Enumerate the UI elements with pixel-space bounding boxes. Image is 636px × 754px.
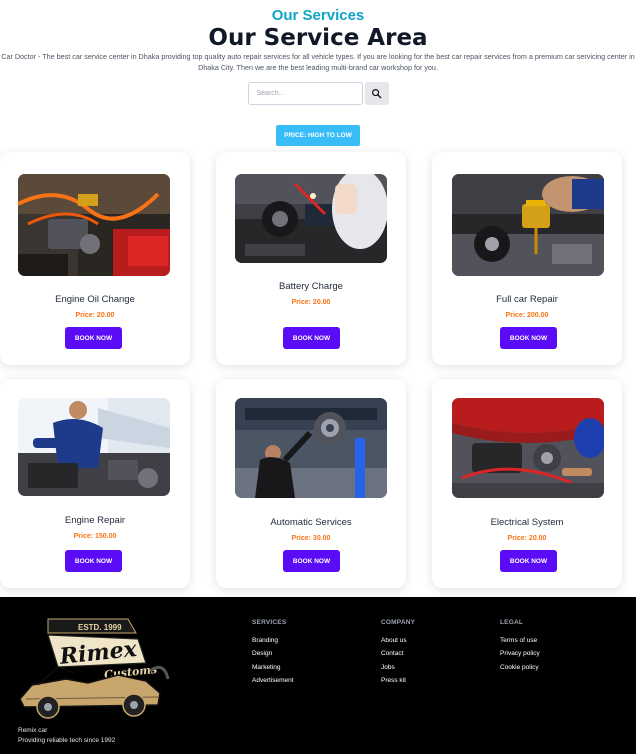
site-footer: ESTD. 1999 Rimex Customs Remix car Provi… bbox=[0, 597, 636, 754]
footer-link-branding[interactable]: Branding bbox=[252, 637, 294, 644]
book-now-button[interactable]: BOOK NOW bbox=[500, 550, 557, 572]
footer-column-title: LEGAL bbox=[500, 619, 524, 626]
book-now-button[interactable]: BOOK NOW bbox=[283, 327, 340, 349]
service-image-full-repair bbox=[452, 174, 604, 276]
service-name: Engine Oil Change bbox=[55, 294, 135, 305]
service-card: Engine Repair Price: 150.00 BOOK NOW bbox=[0, 379, 190, 588]
footer-link-design[interactable]: Design bbox=[252, 650, 294, 657]
footer-link-about-us[interactable]: About us bbox=[381, 637, 415, 644]
service-name: Full car Repair bbox=[496, 294, 558, 305]
search-input[interactable] bbox=[247, 82, 363, 105]
logo-estd: ESTD. 1999 bbox=[78, 623, 122, 632]
sort-price-button[interactable]: PRICE: HIGH TO LOW bbox=[276, 125, 360, 146]
service-image-engine-oil bbox=[18, 174, 170, 276]
book-now-button[interactable]: BOOK NOW bbox=[65, 550, 122, 572]
search-icon bbox=[372, 89, 382, 99]
service-price: Price: 20.00 bbox=[507, 535, 547, 542]
footer-link-privacy[interactable]: Privacy policy bbox=[500, 650, 540, 657]
service-image-battery bbox=[235, 174, 387, 263]
footer-column-services: SERVICES Branding Design Marketing Adver… bbox=[252, 619, 294, 690]
footer-link-jobs[interactable]: Jobs bbox=[381, 664, 415, 671]
service-name: Automatic Services bbox=[270, 517, 352, 528]
footer-link-marketing[interactable]: Marketing bbox=[252, 664, 294, 671]
service-card: Electrical System Price: 20.00 BOOK NOW bbox=[432, 379, 622, 588]
service-image-engine-repair bbox=[18, 398, 170, 496]
service-image-automatic bbox=[235, 398, 387, 498]
footer-column-company: COMPANY About us Contact Jobs Press kit bbox=[381, 619, 415, 690]
book-now-button[interactable]: BOOK NOW bbox=[500, 327, 557, 349]
service-price: Price: 20.00 bbox=[75, 312, 115, 319]
service-card: Engine Oil Change Price: 20.00 BOOK NOW bbox=[0, 152, 190, 365]
service-card: Full car Repair Price: 200.00 BOOK NOW bbox=[432, 152, 622, 365]
section-eyebrow: Our Services bbox=[271, 7, 365, 24]
service-card: Battery Charge Price: 20.00 BOOK NOW bbox=[216, 152, 406, 365]
footer-column-title: SERVICES bbox=[252, 619, 287, 626]
rimex-customs-logo: ESTD. 1999 Rimex Customs bbox=[18, 611, 170, 721]
footer-column-title: COMPANY bbox=[381, 619, 416, 626]
service-name: Engine Repair bbox=[64, 515, 126, 526]
footer-link-terms[interactable]: Terms of use bbox=[500, 637, 540, 644]
footer-brand-tagline: Providing reliable tech since 1992 bbox=[18, 737, 116, 744]
search-bar bbox=[0, 82, 636, 105]
footer-link-advertisement[interactable]: Advertisement bbox=[252, 677, 294, 684]
footer-link-contact[interactable]: Contact bbox=[381, 650, 415, 657]
book-now-button[interactable]: BOOK NOW bbox=[65, 327, 122, 349]
section-header: Our Services Our Service Area Car Doctor… bbox=[0, 0, 636, 73]
section-description: Car Doctor - The best car service center… bbox=[1, 52, 635, 72]
page-title: Our Service Area bbox=[208, 25, 428, 51]
service-card: Automatic Services Price: 30.00 BOOK NOW bbox=[216, 379, 406, 588]
footer-link-cookie[interactable]: Cookie policy bbox=[500, 664, 540, 671]
search-button[interactable] bbox=[364, 82, 389, 105]
service-price: Price: 20.00 bbox=[291, 299, 331, 306]
service-price: Price: 150.00 bbox=[73, 533, 117, 540]
service-price: Price: 200.00 bbox=[505, 312, 549, 319]
footer-link-press-kit[interactable]: Press kit bbox=[381, 677, 415, 684]
service-name: Electrical System bbox=[490, 517, 564, 528]
book-now-button[interactable]: BOOK NOW bbox=[283, 550, 340, 572]
service-image-electrical bbox=[452, 398, 604, 498]
service-name: Battery Charge bbox=[279, 281, 343, 292]
service-price: Price: 30.00 bbox=[291, 535, 331, 542]
footer-column-legal: LEGAL Terms of use Privacy policy Cookie… bbox=[500, 619, 540, 677]
footer-brand-name: Remix car bbox=[18, 727, 48, 734]
